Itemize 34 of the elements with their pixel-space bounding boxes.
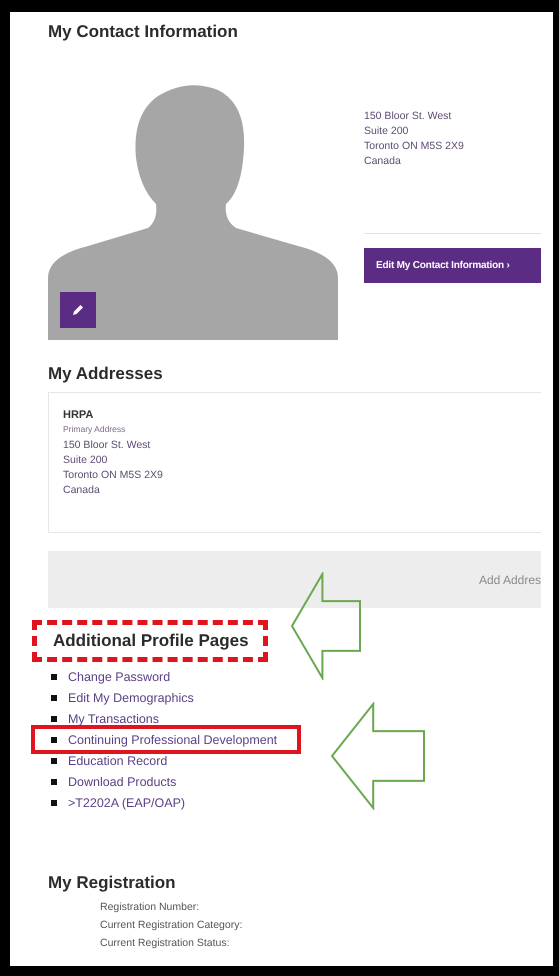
field-label: Current Registration Status: — [100, 937, 231, 949]
field-label: Current Registration Category: — [100, 919, 244, 931]
address-line: Canada — [364, 155, 402, 167]
address-line: Toronto ON M5S 2X9 — [63, 469, 164, 481]
address-line: 150 Bloor St. West — [63, 439, 152, 451]
section-heading: My Addresses — [48, 364, 164, 384]
bullet-icon — [51, 758, 57, 764]
profile-link[interactable]: Download Products — [68, 774, 176, 788]
address-line: Suite 200 — [63, 454, 108, 466]
profile-link[interactable]: >T2202A (EAP/OAP) — [68, 796, 186, 810]
section-heading: My Registration — [48, 873, 177, 893]
bullet-icon — [51, 778, 57, 784]
edit-photo-button[interactable] — [60, 292, 96, 328]
bullet-icon — [51, 694, 57, 700]
address-name: HRPA — [63, 409, 94, 421]
section-heading: My Contact Information — [48, 22, 239, 42]
address-line: Toronto ON M5S 2X9 — [364, 140, 465, 152]
section-heading: Additional Profile Pages — [32, 620, 268, 662]
address-line: 150 Bloor St. West — [364, 110, 452, 122]
profile-link[interactable]: Education Record — [68, 754, 168, 768]
bullet-icon — [51, 674, 57, 680]
address-line: Suite 200 — [364, 125, 410, 137]
profile-link[interactable]: My Transactions — [68, 712, 160, 726]
bullet-icon — [51, 736, 57, 742]
field-label: Registration Number: — [100, 901, 200, 913]
address-line: Canada — [63, 484, 101, 496]
address-type: Primary Address — [63, 424, 126, 434]
profile-link[interactable]: Edit My Demographics — [68, 690, 194, 704]
pencil-icon — [71, 303, 85, 317]
edit-contact-button[interactable]: Edit My Contact Information › — [364, 248, 541, 283]
bullet-icon — [51, 800, 57, 806]
bullet-icon — [51, 716, 57, 722]
profile-link[interactable]: Continuing Professional Development — [68, 732, 278, 746]
profile-link[interactable]: Change Password — [68, 670, 170, 684]
